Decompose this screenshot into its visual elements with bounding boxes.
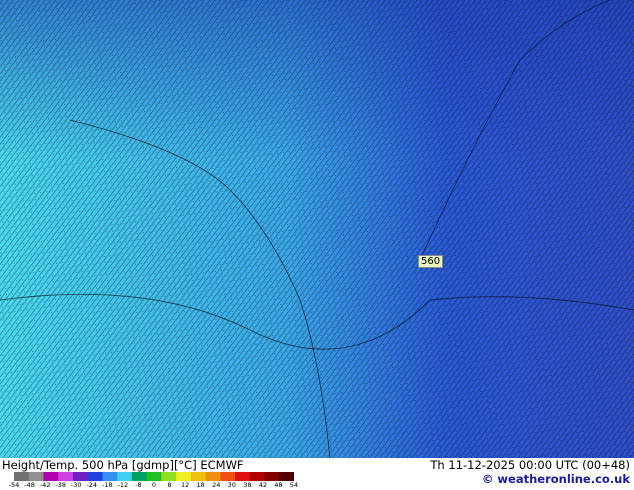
- credit-link[interactable]: © weatheronline.co.uk: [482, 473, 630, 486]
- scale-swatch: [131, 472, 148, 481]
- temperature-field: [0, 0, 634, 458]
- scale-tick-label: 30: [227, 481, 236, 489]
- scale-tick-label: -8: [135, 481, 142, 489]
- scale-swatch: [176, 472, 192, 481]
- scale-tick-label: 12: [180, 481, 190, 489]
- scale-swatch: [14, 472, 30, 481]
- scale-tick-label: 0: [151, 481, 157, 489]
- contour-label: 560: [418, 255, 444, 268]
- scale-tick-label: -42: [39, 481, 51, 489]
- scale-swatch: [102, 472, 118, 481]
- scale-swatch: [220, 472, 236, 481]
- scale-swatch: [43, 472, 59, 481]
- scale-swatch: [279, 472, 294, 481]
- scale-swatch: [264, 472, 280, 481]
- scale-swatch: [146, 472, 162, 481]
- scale-swatch: [72, 472, 89, 481]
- map-title: Height/Temp. 500 hPa [gdmp][°C] ECMWF: [2, 458, 244, 472]
- weather-map: 560: [0, 0, 634, 458]
- scale-tick-label: -12: [117, 481, 129, 489]
- scale-swatch: [161, 472, 177, 481]
- scale-tick-label: -30: [70, 481, 82, 489]
- scale-swatch: [87, 472, 103, 481]
- scale-swatch: [249, 472, 266, 481]
- valid-time: Th 11-12-2025 00:00 UTC (00+48): [430, 458, 630, 472]
- scale-tick-label: 48: [274, 481, 283, 489]
- scale-tick-label: 8: [167, 481, 172, 489]
- scale-swatch: [205, 472, 221, 481]
- scale-swatch: [235, 472, 251, 481]
- scale-tick-label: -24: [86, 481, 98, 489]
- barb-symbols: [0, 0, 634, 458]
- color-scale: [14, 472, 294, 481]
- scale-tick-label: 42: [258, 481, 268, 489]
- scale-swatch: [117, 472, 133, 481]
- scale-ticks: -54 -48 -42 -38 -30 -24 -18 -12 -8 0 8 12 18 24 30 38 42…: [9, 481, 298, 490]
- scale-tick-label: 18: [196, 481, 205, 489]
- scale-tick-label: 38: [243, 481, 252, 489]
- footer: Height/Temp. 500 hPa [gdmp][°C] ECMWF Th…: [0, 458, 634, 490]
- scale-tick-label: 24: [212, 481, 221, 489]
- scale-swatch: [58, 472, 74, 481]
- scale-swatch: [190, 472, 207, 481]
- scale-swatch: [28, 472, 44, 481]
- scale-tick-label: -54: [8, 481, 20, 489]
- scale-tick-label: -48: [24, 481, 35, 489]
- scale-tick-label: 54: [289, 481, 299, 489]
- scale-tick-label: -18: [102, 481, 113, 489]
- scale-tick-label: -38: [55, 481, 66, 489]
